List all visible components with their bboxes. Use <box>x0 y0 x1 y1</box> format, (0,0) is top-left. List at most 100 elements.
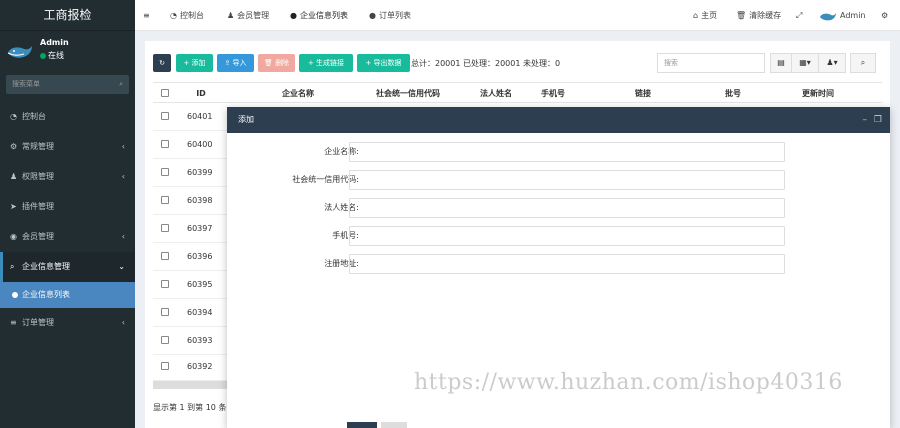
tab-orders[interactable]: ● 订单列表 <box>369 0 411 31</box>
modal-header: 添加 – ❐ <box>227 107 890 133</box>
column-header-company-name[interactable]: 企业名称 <box>253 83 343 104</box>
sidebar-search-input[interactable]: 搜索菜单 ⌕ <box>6 75 129 94</box>
horizontal-scrollbar[interactable] <box>153 381 233 389</box>
sidebar-item-label: 企业信息管理 <box>22 262 70 271</box>
row-checkbox[interactable] <box>161 112 169 120</box>
tab-members[interactable]: ♟ 会员管理 <box>227 0 269 31</box>
row-checkbox[interactable] <box>161 336 169 344</box>
row-id: 60392 <box>187 362 213 371</box>
row-checkbox[interactable] <box>161 224 169 232</box>
import-button[interactable]: ⇪ 导入 <box>217 54 254 72</box>
user-icon: ♟▾ <box>826 58 838 67</box>
sidebar-search-placeholder: 搜索菜单 <box>12 80 40 88</box>
refresh-button[interactable]: ↻ <box>153 54 171 72</box>
sidebar-menu: ◔ 控制台 ⚙ 常规管理 ‹ ♟ 权限管理 ‹ ➤ 插件管理 ◉ 会员管理 ‹ ⌕ 企业信息管理 ⌄… <box>0 102 135 338</box>
row-checkbox[interactable] <box>161 280 169 288</box>
add-label: 添加 <box>191 59 206 67</box>
user-status-text: 在线 <box>48 51 64 60</box>
user-status: 在线 <box>40 50 64 61</box>
address-input[interactable] <box>349 254 785 274</box>
select-all-checkbox[interactable] <box>161 89 169 97</box>
sidebar-item-general[interactable]: ⚙ 常规管理 ‹ <box>0 132 135 162</box>
table-search-input[interactable]: 搜索 <box>657 53 765 73</box>
row-id: 60401 <box>187 112 213 121</box>
tab-label: 企业信息列表 <box>299 11 348 20</box>
whale-avatar-icon <box>820 12 836 20</box>
advanced-search-button[interactable]: ⌕ <box>850 53 876 73</box>
sidebar-item-addons[interactable]: ➤ 插件管理 <box>0 192 135 222</box>
clear-cache-button[interactable]: 🗑 清除缓存 <box>736 0 781 31</box>
submit-button[interactable] <box>347 422 377 428</box>
export-dropdown-button[interactable]: ♟▾ <box>818 53 846 73</box>
circle-icon: ● <box>290 11 297 20</box>
top-navbar: ≡ ◔ 控制台 ♟ 会员管理 ● 企业信息列表 ● 订单列表 ⌂ 主页 🗑 清除缓存 ⤢ A… <box>135 0 900 31</box>
sidebar-item-label: 会员管理 <box>22 232 54 241</box>
circle-icon <box>12 291 18 298</box>
columns-button[interactable]: ▦▾ <box>791 53 819 73</box>
generate-link-button[interactable]: + 生成链接 <box>299 54 353 72</box>
search-icon: ⌕ <box>10 262 15 271</box>
sidebar-item-label: 插件管理 <box>22 202 54 211</box>
home-icon: ⌂ <box>693 11 699 20</box>
row-checkbox[interactable] <box>161 252 169 260</box>
column-header-phone[interactable]: 手机号 <box>528 83 578 104</box>
row-checkbox[interactable] <box>161 168 169 176</box>
minimize-icon[interactable]: – <box>863 107 868 133</box>
watermark-text: https://www.huzhan.com/ishop40316 <box>414 370 843 395</box>
sidebar-item-auth[interactable]: ♟ 权限管理 ‹ <box>0 162 135 192</box>
row-checkbox[interactable] <box>161 308 169 316</box>
row-id: 60395 <box>187 280 213 289</box>
search-icon: ⌕ <box>119 80 123 88</box>
legal-person-input[interactable] <box>349 198 785 218</box>
upload-icon: ⇪ <box>224 59 231 67</box>
phone-input[interactable] <box>349 226 785 246</box>
maximize-icon[interactable]: ❐ <box>874 107 882 133</box>
tab-dashboard[interactable]: ◔ 控制台 <box>170 0 204 31</box>
home-link[interactable]: ⌂ 主页 <box>693 0 717 31</box>
column-header-credit-code[interactable]: 社会统一信用代码 <box>353 83 463 104</box>
delete-label: 删除 <box>275 59 290 67</box>
row-checkbox[interactable] <box>161 362 169 370</box>
row-checkbox[interactable] <box>161 196 169 204</box>
add-button[interactable]: + 添加 <box>176 54 213 72</box>
export-button[interactable]: + 导出数据 <box>357 54 410 72</box>
plus-icon: + <box>307 59 314 67</box>
add-modal: 添加 – ❐ 企业名称: 社会统一信用代码: 法人姓名: 手机号: 注册地址: … <box>227 107 890 428</box>
sidebar-item-company[interactable]: ⌕ 企业信息管理 ⌄ <box>0 252 135 282</box>
dashboard-icon: ◔ <box>10 112 17 121</box>
row-id: 60397 <box>187 224 213 233</box>
tab-company-list[interactable]: ● 企业信息列表 <box>290 0 348 31</box>
settings-button[interactable]: ⚙ <box>881 0 888 31</box>
pagination-info: 显示第 1 到第 10 条 <box>153 403 227 412</box>
delete-button[interactable]: 🗑 删除 <box>258 54 295 72</box>
form-row-company-name: 企业名称: <box>227 142 890 162</box>
sidebar-item-members[interactable]: ◉ 会员管理 ‹ <box>0 222 135 252</box>
print-button[interactable]: ▤ <box>770 53 792 73</box>
sidebar-item-label: 企业信息列表 <box>22 290 70 299</box>
online-dot-icon <box>40 52 46 59</box>
row-id: 60394 <box>187 308 213 317</box>
column-header-updated[interactable]: 更新时间 <box>783 83 853 104</box>
admin-menu[interactable]: Admin <box>819 0 866 31</box>
sidebar-item-company-list[interactable]: 企业信息列表 <box>0 282 135 308</box>
chevron-down-icon: ⌄ <box>118 262 125 271</box>
column-header-batch[interactable]: 批号 <box>708 83 758 104</box>
plus-icon: + <box>365 59 372 67</box>
row-checkbox[interactable] <box>161 140 169 148</box>
refresh-icon: ↻ <box>159 59 165 67</box>
column-header-link[interactable]: 链接 <box>618 83 668 104</box>
app-logo-title[interactable]: 工商报检 <box>0 0 135 31</box>
trash-icon: 🗑 <box>263 59 273 67</box>
sidebar-toggle-button[interactable]: ≡ <box>143 0 150 31</box>
row-id: 60399 <box>187 168 213 177</box>
fullscreen-button[interactable]: ⤢ <box>796 0 802 31</box>
credit-code-input[interactable] <box>349 170 785 190</box>
column-header-legal-person[interactable]: 法人姓名 <box>471 83 521 104</box>
reset-button[interactable] <box>381 422 407 428</box>
sidebar-item-orders[interactable]: ≡ 订单管理 ‹ <box>0 308 135 338</box>
modal-title: 添加 <box>238 115 254 124</box>
company-name-input[interactable] <box>349 142 785 162</box>
form-row-credit-code: 社会统一信用代码: <box>227 170 890 190</box>
column-header-id[interactable]: ID <box>191 83 211 104</box>
sidebar-item-dashboard[interactable]: ◔ 控制台 <box>0 102 135 132</box>
